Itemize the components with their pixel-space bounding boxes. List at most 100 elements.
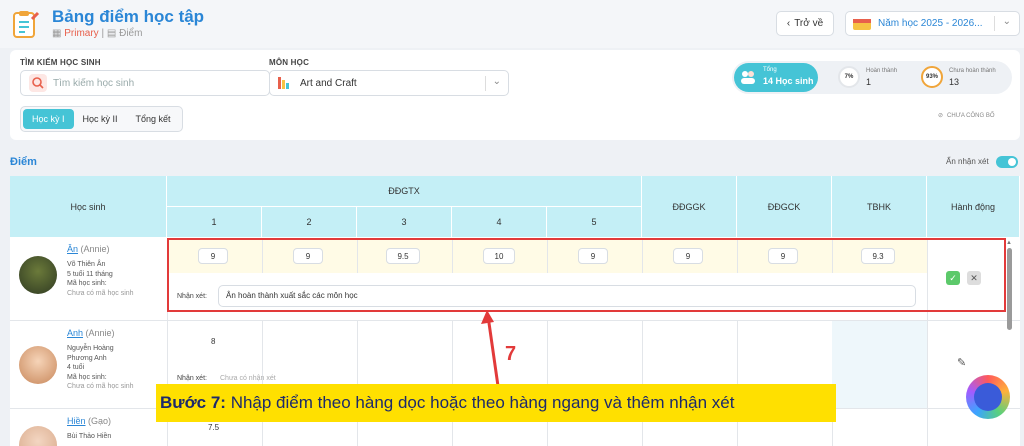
student-info-3: Bùi Thảo Hiền bbox=[67, 432, 111, 442]
eye-off-icon: ⊘ bbox=[938, 113, 944, 119]
art-subject-icon bbox=[278, 77, 289, 89]
school-year-select[interactable]: Năm học 2025 - 2026... ⌄ bbox=[845, 11, 1020, 36]
unpublished-status[interactable]: ⊘ CHƯA CÔNG BỐ bbox=[938, 112, 995, 120]
col-ddgck: ĐĐGCK bbox=[737, 176, 832, 238]
chevron-down-icon: ⌄ bbox=[492, 76, 501, 87]
col-ddgtx-4: 4 bbox=[452, 207, 547, 238]
col-ddgtx: ĐĐGTX bbox=[167, 176, 642, 207]
tab-semester-2[interactable]: Học kỳ II bbox=[74, 109, 127, 129]
breadcrumb: ▦ Primary | ▤ Điểm bbox=[52, 28, 142, 39]
code-label: Mã học sinh: bbox=[67, 280, 107, 287]
col-ddgtx-2: 2 bbox=[262, 207, 357, 238]
score-input[interactable]: 10 bbox=[483, 248, 515, 264]
banner-step: Bước 7: bbox=[160, 393, 226, 412]
avatar bbox=[19, 346, 57, 384]
full-name: Võ Thiên Ân bbox=[67, 261, 106, 268]
school-year-value: Năm học 2025 - 2026... bbox=[878, 18, 983, 29]
subject-select[interactable]: Art and Craft ⌄ bbox=[269, 70, 509, 96]
code-label: Mã học sinh: bbox=[67, 373, 107, 381]
tab-summary[interactable]: Tổng kết bbox=[127, 109, 180, 129]
col-tbhk: TBHK bbox=[832, 176, 927, 238]
code-value: Chưa có mã học sinh bbox=[67, 383, 134, 390]
scroll-up-icon[interactable]: ▲ bbox=[1006, 240, 1012, 246]
search-placeholder: Tìm kiếm học sinh bbox=[53, 77, 135, 89]
col-action: Hành động bbox=[927, 176, 1020, 238]
chevron-down-icon: ⌄ bbox=[1002, 16, 1011, 27]
unpublished-label: CHƯA CÔNG BỐ bbox=[947, 112, 995, 119]
student-nickname: (Annie) bbox=[85, 328, 115, 338]
avatar bbox=[19, 426, 57, 446]
back-label: Trở về bbox=[794, 18, 824, 29]
tbhk-value: 9.3 bbox=[861, 248, 895, 264]
back-button[interactable]: ‹ Trở về bbox=[776, 11, 834, 36]
breadcrumb-separator: | bbox=[101, 28, 105, 39]
score-input[interactable]: 9 bbox=[293, 248, 323, 264]
chevron-left-icon: ‹ bbox=[786, 18, 791, 29]
col-student: Học sinh bbox=[10, 176, 167, 238]
step-number: 7 bbox=[505, 343, 517, 365]
comment-input[interactable]: Ân hoàn thành xuất sắc các môn học bbox=[218, 285, 916, 307]
full-name-line-1: Nguyễn Hoàng bbox=[67, 345, 114, 352]
banner-text: Nhập điểm theo hàng dọc hoặc theo hàng n… bbox=[225, 393, 735, 412]
filter-panel: TÌM KIẾM HỌC SINH Tìm kiếm học sinh MÔN … bbox=[10, 50, 1020, 140]
score-input[interactable]: 9 bbox=[198, 248, 228, 264]
students-icon bbox=[741, 71, 755, 84]
ddggk-input[interactable]: 9 bbox=[673, 248, 703, 264]
student-name-link[interactable]: Hiền bbox=[67, 416, 86, 426]
annotation-arrow-icon bbox=[481, 310, 500, 387]
stats-summary: Tổng 14 Học sinh 7% Hoàn thành 1 93% Chư… bbox=[732, 61, 1012, 94]
full-name: Bùi Thảo Hiền bbox=[67, 433, 112, 440]
subject-value: Art and Craft bbox=[300, 77, 357, 89]
instruction-banner: Bước 7: Nhập điểm theo hàng dọc hoặc the… bbox=[156, 384, 836, 422]
done-value: 1 bbox=[866, 77, 872, 87]
score-value[interactable]: 7.5 bbox=[208, 423, 219, 432]
total-label: Tổng bbox=[763, 67, 777, 73]
student-name-link[interactable]: Ân bbox=[67, 244, 78, 254]
student-nickname: (Gạo) bbox=[88, 416, 112, 426]
student-info-1: Võ Thiên Ân 5 tuổi 11 tháng Mã học sinh:… bbox=[67, 260, 134, 298]
avatar bbox=[19, 256, 57, 294]
student-name-2: Anh (Annie) bbox=[67, 328, 115, 338]
breadcrumb-primary[interactable]: Primary bbox=[64, 28, 98, 39]
total-students-stat: Tổng 14 Học sinh bbox=[734, 63, 818, 92]
col-ddgtx-3: 3 bbox=[357, 207, 452, 238]
student-nickname: (Annie) bbox=[80, 244, 110, 254]
code-value: Chưa có mã học sinh bbox=[67, 289, 134, 297]
clipboard-report-icon bbox=[13, 11, 40, 38]
edit-icon[interactable]: ✎ bbox=[957, 356, 966, 369]
score-value[interactable]: 8 bbox=[211, 337, 215, 346]
student-name-1: Ân (Annie) bbox=[67, 244, 110, 254]
score-input[interactable]: 9 bbox=[578, 248, 608, 264]
student-search-input[interactable]: Tìm kiếm học sinh bbox=[20, 70, 270, 96]
search-icon bbox=[29, 74, 47, 92]
tab-semester-1[interactable]: Học kỳ I bbox=[23, 109, 74, 129]
cancel-close-icon[interactable]: ✕ bbox=[967, 271, 981, 285]
top-bar: Bảng điểm học tập ▦ Primary | ▤ Điểm ‹ T… bbox=[0, 0, 1024, 48]
tbhk-cell bbox=[832, 321, 927, 408]
total-value: 14 Học sinh bbox=[763, 76, 814, 86]
col-ddggk: ĐĐGGK bbox=[642, 176, 737, 238]
assistant-fab-button[interactable] bbox=[966, 375, 1010, 419]
student-name-link[interactable]: Anh bbox=[67, 328, 83, 338]
undone-percent-ring: 93% bbox=[921, 66, 943, 88]
semester-tabs: Học kỳ I Học kỳ II Tổng kết bbox=[20, 106, 183, 132]
done-percent-ring: 7% bbox=[838, 66, 860, 88]
breadcrumb-scores: Điểm bbox=[119, 28, 143, 39]
age: 4 tuổi bbox=[67, 364, 85, 371]
comment-label: Nhận xét: bbox=[177, 293, 207, 300]
table-scrollbar[interactable]: ▲ bbox=[1004, 240, 1014, 340]
age: 5 tuổi 11 tháng bbox=[67, 270, 113, 278]
score-input[interactable]: 9.5 bbox=[386, 248, 420, 264]
school-year-icon bbox=[853, 18, 871, 30]
undone-label: Chưa hoàn thành bbox=[949, 68, 996, 74]
comment-placeholder: Chưa có nhận xét bbox=[220, 375, 276, 382]
save-check-icon[interactable]: ✓ bbox=[946, 271, 960, 285]
section-title: Điểm bbox=[10, 156, 37, 168]
hide-comment-toggle[interactable] bbox=[996, 156, 1018, 168]
student-info-2: Nguyễn Hoàng Phương Anh 4 tuổi Mã học si… bbox=[67, 344, 134, 392]
ddgck-input[interactable]: 9 bbox=[768, 248, 798, 264]
done-label: Hoàn thành bbox=[866, 68, 898, 74]
col-ddgtx-1: 1 bbox=[167, 207, 262, 238]
subject-label: MÔN HỌC bbox=[269, 58, 310, 67]
col-ddgtx-5: 5 bbox=[547, 207, 642, 238]
